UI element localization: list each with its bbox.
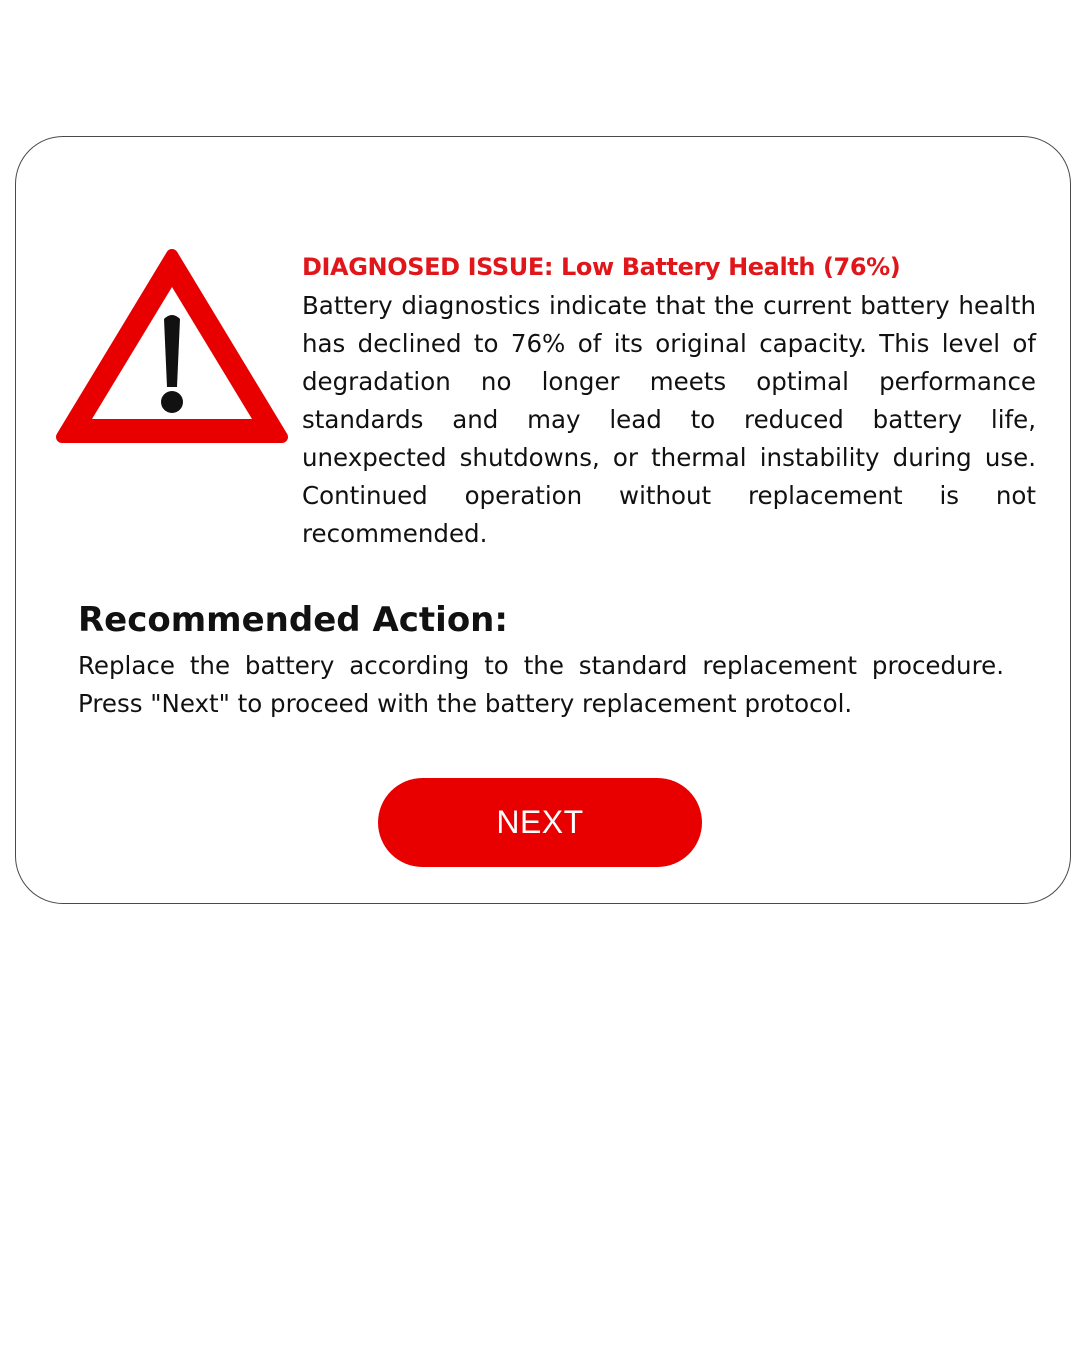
next-button[interactable]: NEXT <box>378 778 702 867</box>
recommended-action-section: Recommended Action: Replace the battery … <box>78 597 1004 723</box>
diagnostic-dialog: DIAGNOSED ISSUE: Low Battery Health (76%… <box>15 136 1071 904</box>
issue-title: DIAGNOSED ISSUE: Low Battery Health (76%… <box>302 253 901 281</box>
issue-section: DIAGNOSED ISSUE: Low Battery Health (76%… <box>302 251 1036 553</box>
warning-triangle-icon <box>56 249 288 443</box>
issue-description: Battery diagnostics indicate that the cu… <box>302 291 1036 548</box>
action-description: Replace the battery according to the sta… <box>78 651 1004 718</box>
action-title: Recommended Action: <box>78 600 508 640</box>
